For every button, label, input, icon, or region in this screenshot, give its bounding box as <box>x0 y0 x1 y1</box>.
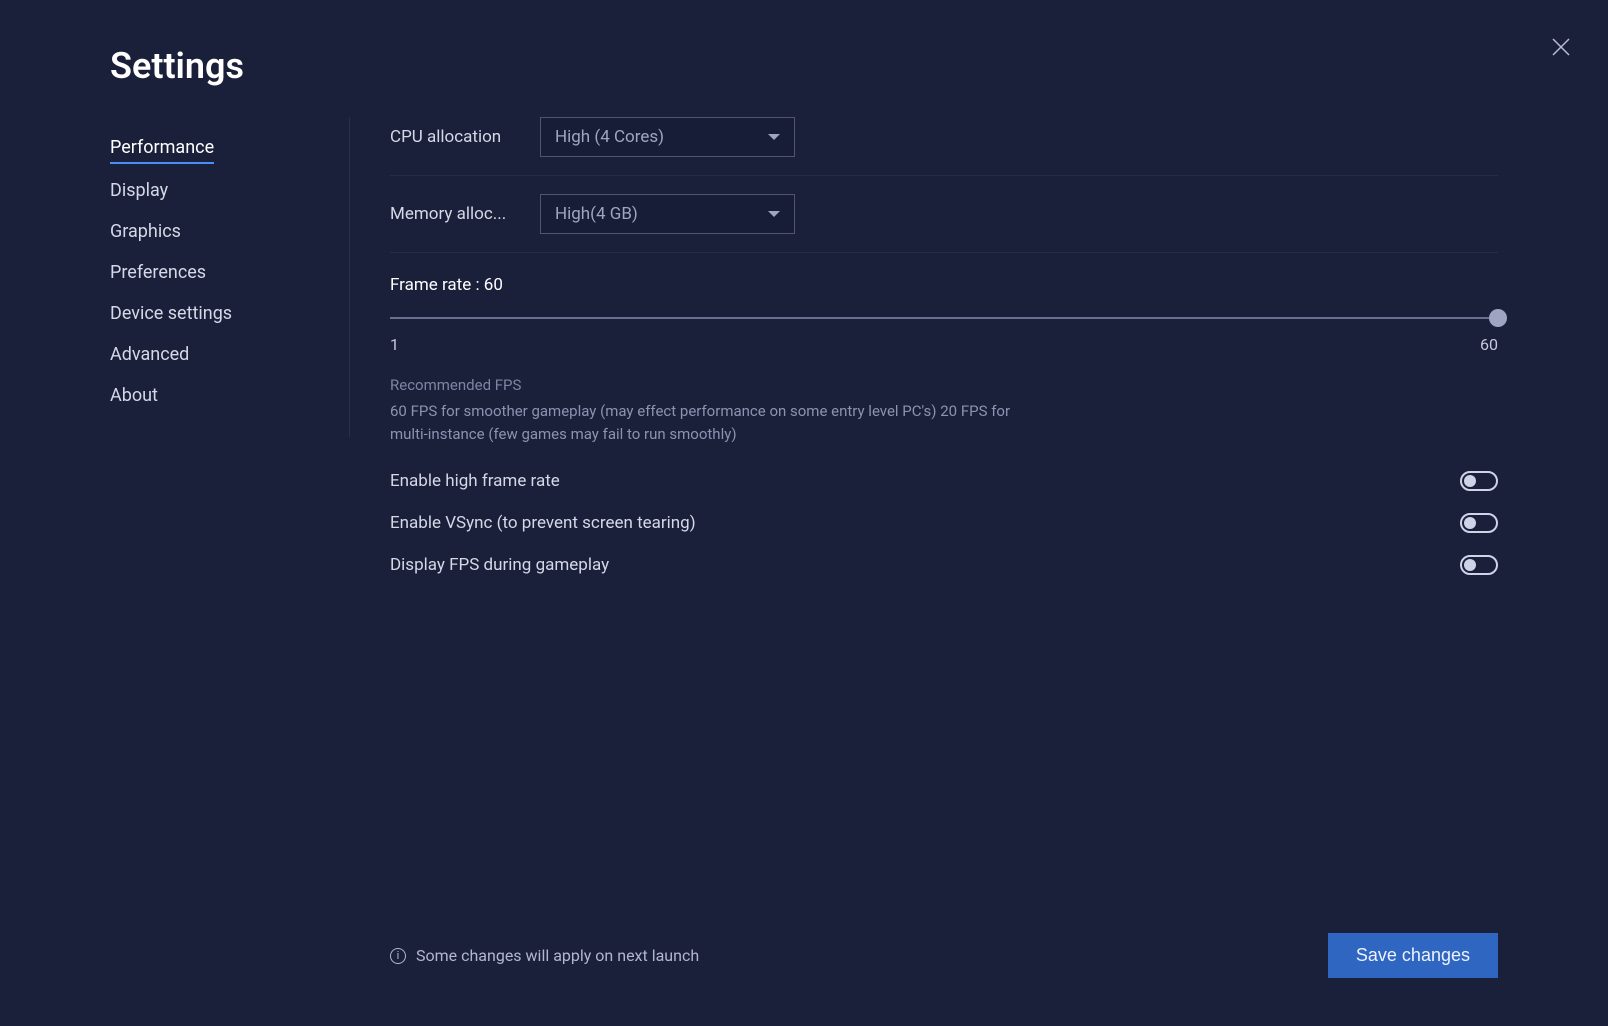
sidebar: Performance Display Graphics Preferences… <box>110 117 350 437</box>
cpu-label: CPU allocation <box>390 127 530 147</box>
footer-note: i Some changes will apply on next launch <box>390 946 699 965</box>
sidebar-item-graphics[interactable]: Graphics <box>110 211 181 252</box>
toggle-display-fps-label: Display FPS during gameplay <box>390 555 609 575</box>
fps-note-body: 60 FPS for smoother gameplay (may effect… <box>390 400 1030 445</box>
framerate-label: Frame rate : 60 <box>390 275 1498 295</box>
toggle-display-fps[interactable] <box>1460 555 1498 575</box>
cpu-row: CPU allocation High (4 Cores) <box>390 117 1498 176</box>
toggle-knob <box>1464 559 1476 571</box>
footer-note-text: Some changes will apply on next launch <box>416 946 699 965</box>
memory-label: Memory alloc... <box>390 204 530 224</box>
info-icon: i <box>390 948 406 964</box>
memory-select[interactable]: High(4 GB) <box>540 194 795 234</box>
content: CPU allocation High (4 Cores) Memory all… <box>350 117 1498 988</box>
save-button[interactable]: Save changes <box>1328 933 1498 978</box>
toggle-vsync[interactable] <box>1460 513 1498 533</box>
framerate-slider[interactable] <box>390 309 1498 327</box>
slider-max: 60 <box>1480 335 1498 354</box>
sidebar-item-preferences[interactable]: Preferences <box>110 252 206 293</box>
sidebar-item-device-settings[interactable]: Device settings <box>110 293 232 334</box>
chevron-down-icon <box>768 211 780 217</box>
slider-min: 1 <box>390 335 399 354</box>
cpu-select[interactable]: High (4 Cores) <box>540 117 795 157</box>
toggle-knob <box>1464 475 1476 487</box>
toggle-vsync-label: Enable VSync (to prevent screen tearing) <box>390 513 696 533</box>
page-title: Settings <box>110 45 1498 87</box>
memory-select-value: High(4 GB) <box>555 204 638 224</box>
fps-note-title: Recommended FPS <box>390 376 1498 394</box>
toggle-vsync-row: Enable VSync (to prevent screen tearing) <box>390 513 1498 533</box>
close-icon[interactable] <box>1549 35 1573 59</box>
slider-thumb[interactable] <box>1489 309 1507 327</box>
sidebar-item-display[interactable]: Display <box>110 170 168 211</box>
toggle-knob <box>1464 517 1476 529</box>
slider-track <box>390 317 1498 319</box>
toggle-high-frame[interactable] <box>1460 471 1498 491</box>
chevron-down-icon <box>768 134 780 140</box>
sidebar-item-about[interactable]: About <box>110 375 158 416</box>
toggle-high-frame-label: Enable high frame rate <box>390 471 560 491</box>
memory-row: Memory alloc... High(4 GB) <box>390 176 1498 253</box>
toggle-high-frame-row: Enable high frame rate <box>390 471 1498 491</box>
toggle-display-fps-row: Display FPS during gameplay <box>390 555 1498 575</box>
sidebar-item-advanced[interactable]: Advanced <box>110 334 189 375</box>
framerate-section: Frame rate : 60 1 60 Recommended FPS 60 … <box>390 253 1498 589</box>
sidebar-item-performance[interactable]: Performance <box>110 127 214 164</box>
footer: i Some changes will apply on next launch… <box>390 933 1498 978</box>
cpu-select-value: High (4 Cores) <box>555 127 664 147</box>
